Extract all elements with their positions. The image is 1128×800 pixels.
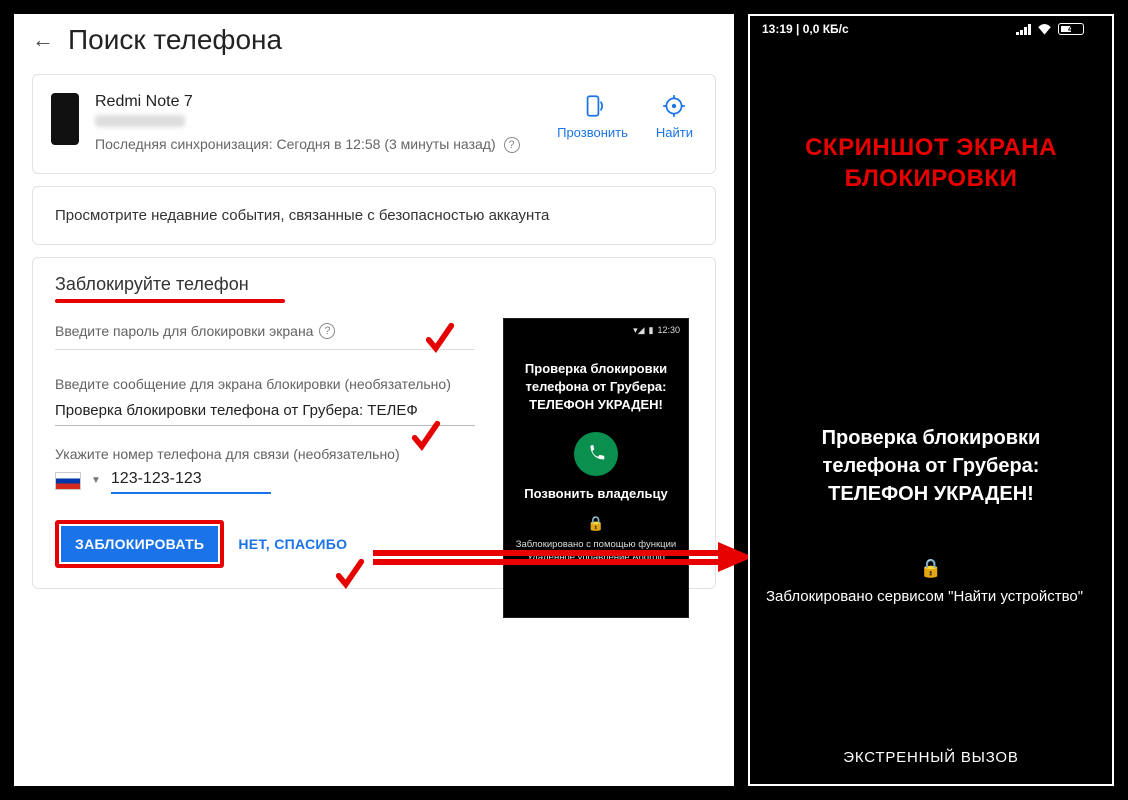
annotation-check-icon [423,320,457,354]
pwd-label-text: Введите пароль для блокировки экрана [55,323,313,339]
msg-line: Проверка блокировки [774,424,1088,452]
annotation-title-line: Скриншот экрана [750,132,1112,163]
last-sync-text: Последняя синхронизация: Сегодня в 12:58… [95,135,557,155]
lock-button[interactable]: ЗАБЛОКИРОВАТЬ [61,526,218,562]
help-icon[interactable]: ? [319,323,335,339]
mini-status-bar: ▾◢ ▮ 12:30 [512,325,680,336]
call-owner-button[interactable] [574,432,618,476]
signal-icon: ▾◢ [633,325,644,336]
find-label: Найти [656,125,693,140]
lock-heading: Заблокируйте телефон [55,274,693,295]
annotation-check-icon [333,556,367,590]
status-icons: 43 [1016,23,1100,35]
events-text: Просмотрите недавние события, связанные … [55,207,549,224]
no-thanks-button[interactable]: НЕТ, СПАСИБО [238,536,347,552]
flag-russia-icon[interactable] [55,472,81,490]
emergency-call-button[interactable]: ЭКСТРЕННЫЙ ВЫЗОВ [750,749,1112,766]
signal-icon [1016,24,1031,35]
annotation-title-line: блокировки [750,163,1112,194]
ring-icon [580,93,606,119]
lockscreen-screenshot: 13:19 | 0,0 КБ/с 43 Скриншот экрана блок… [748,14,1114,786]
find-button[interactable]: Найти [656,93,693,140]
call-owner-label: Позвонить владельцу [512,486,680,501]
annotation-arrow-icon [373,542,753,572]
msg-line: ТЕЛЕФОН УКРАДЕН! [774,480,1088,508]
ring-label: Прозвонить [557,125,628,140]
annotation-title: Скриншот экрана блокировки [750,132,1112,194]
callback-phone-input[interactable] [111,468,271,494]
battery-pct: 43 [1068,24,1078,34]
header: ← Поиск телефона [14,14,734,74]
find-phone-panel: ← Поиск телефона Redmi Note 7 Последняя … [14,14,734,786]
sync-text: Последняя синхронизация: Сегодня в 12:58… [95,136,496,152]
chevron-down-icon[interactable]: ▼ [91,475,101,486]
security-events-link[interactable]: Просмотрите недавние события, связанные … [32,186,716,245]
annotation-highlight-box: ЗАБЛОКИРОВАТЬ [55,520,224,568]
msg-line: телефона от Грубера: [774,452,1088,480]
mini-msg-line: телефона от Грубера: [512,378,680,396]
ring-button[interactable]: Прозвонить [557,93,628,140]
phone-thumb-icon [51,93,79,145]
mini-time: 12:30 [657,325,680,336]
lock-icon: 🔒 [750,558,1112,579]
device-actions: Прозвонить Найти [557,93,693,140]
status-bar: 13:19 | 0,0 КБ/с 43 [750,16,1112,42]
annotation-underline [55,299,285,303]
mini-msg-line: Проверка блокировки [512,360,680,378]
lock-preview-phone: ▾◢ ▮ 12:30 Проверка блокировки телефона … [503,318,689,618]
mini-lock-message: Проверка блокировки телефона от Грубера:… [512,360,680,415]
device-card: Redmi Note 7 Последняя синхронизация: Се… [32,74,716,174]
device-info: Redmi Note 7 Последняя синхронизация: Се… [95,93,557,155]
lock-phone-card: Заблокируйте телефон Введите пароль для … [32,257,716,589]
page-title: Поиск телефона [68,24,282,56]
locked-by-text: Заблокировано сервисом "Найти устройство… [750,579,1112,607]
device-name: Redmi Note 7 [95,93,557,111]
annotation-check-icon [409,418,443,452]
lock-icon: 🔒 [512,515,680,532]
back-arrow-icon[interactable]: ← [32,27,54,53]
locate-icon [661,93,687,119]
help-icon[interactable]: ? [504,137,520,153]
lockscreen-message: Проверка блокировки телефона от Грубера:… [750,424,1112,508]
battery-icon: ▮ [649,325,654,336]
device-account-blurred [95,115,185,127]
mini-msg-line: ТЕЛЕФОН УКРАДЕН! [512,396,680,414]
status-time: 13:19 | 0,0 КБ/с [762,22,849,36]
divider [55,349,475,350]
wifi-icon [1037,23,1052,35]
phone-icon [585,443,607,465]
